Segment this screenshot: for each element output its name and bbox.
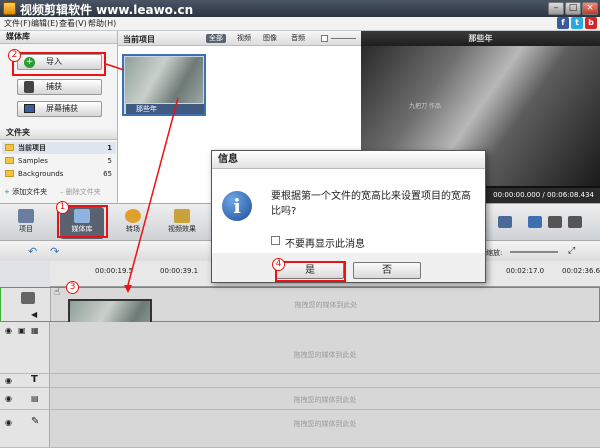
annotation-arrows: [105, 63, 179, 293]
cursor-icon: ☝: [54, 287, 61, 298]
arrow-import: [105, 63, 125, 71]
arrow-head: [124, 285, 132, 293]
arrow-drag: [127, 97, 179, 286]
